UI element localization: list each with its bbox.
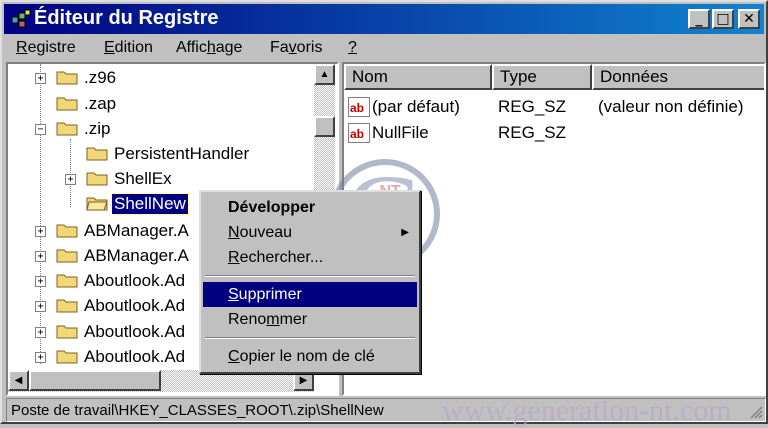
open-folder-icon <box>86 197 108 211</box>
menu-item-new[interactable]: Nouveau ▶ <box>203 220 417 245</box>
tree-item-label: Aboutlook.Ad <box>84 271 186 290</box>
tree-item-zip[interactable]: − .zip <box>8 117 314 142</box>
tree-item-label: ShellEx <box>114 169 172 188</box>
folder-icon <box>56 249 78 263</box>
menu-separator <box>205 275 415 277</box>
expand-icon[interactable]: + <box>35 327 46 338</box>
tree-item-z96[interactable]: + .z96 <box>8 66 314 91</box>
tree-item-label: PersistentHandler <box>114 144 250 163</box>
string-value-icon: ab <box>348 123 370 143</box>
string-value-icon: ab <box>348 97 370 117</box>
svg-text:ab: ab <box>350 101 364 115</box>
expand-icon[interactable]: + <box>35 226 46 237</box>
folder-icon <box>56 274 78 288</box>
menu-bar: Registre Edition Affichage Favoris ? <box>4 36 764 60</box>
submenu-arrow-icon: ▶ <box>401 227 409 238</box>
menu-edition[interactable]: Edition <box>104 39 153 57</box>
expand-icon[interactable]: + <box>35 251 46 262</box>
minimize-button[interactable]: _ <box>688 9 710 29</box>
tree-item-label: .zap <box>84 94 117 113</box>
tree-item-label: ABManager.A <box>84 221 189 240</box>
menu-registre[interactable]: Registre <box>16 39 76 57</box>
maximize-button[interactable]: □ <box>712 9 734 29</box>
menu-item-delete[interactable]: Supprimer <box>203 282 417 307</box>
scroll-left-arrow-icon[interactable]: ◀ <box>8 370 29 391</box>
collapse-icon[interactable]: − <box>35 124 46 135</box>
folder-icon <box>56 350 78 364</box>
folder-icon <box>56 97 78 111</box>
column-header-type[interactable]: Type <box>492 64 592 90</box>
expand-icon[interactable]: + <box>35 301 46 312</box>
context-menu: Développer Nouveau ▶ Rechercher... Suppri… <box>199 190 421 374</box>
tree-item-label: Aboutlook.Ad <box>84 296 186 315</box>
watermark-url: www.generation-nt.com <box>442 394 732 427</box>
expand-icon[interactable]: + <box>35 73 46 84</box>
value-row[interactable]: ab NullFile REG_SZ <box>344 120 764 146</box>
menu-item-copy-key-name[interactable]: Copier le nom de clé <box>203 344 417 369</box>
folder-icon <box>86 172 108 186</box>
menu-item-rename[interactable]: Renommer <box>203 307 417 332</box>
registry-editor-icon <box>11 9 31 28</box>
status-path: Poste de travail\HKEY_CLASSES_ROOT\.zip\… <box>11 402 384 419</box>
folder-icon <box>56 299 78 313</box>
folder-icon <box>56 71 78 85</box>
value-type: REG_SZ <box>498 123 567 142</box>
menu-help[interactable]: ? <box>348 39 357 57</box>
tree-item-persistenthandler[interactable]: PersistentHandler <box>8 142 314 167</box>
expand-icon[interactable]: + <box>35 276 46 287</box>
value-type: REG_SZ <box>498 97 567 116</box>
column-header-name[interactable]: Nom <box>344 64 492 90</box>
resize-grip-icon[interactable] <box>749 405 763 419</box>
expand-icon[interactable]: + <box>35 352 46 363</box>
folder-icon <box>56 224 78 238</box>
tree-item-label: Aboutlook.Ad <box>84 347 186 366</box>
menu-separator <box>205 337 415 339</box>
vertical-scroll-thumb[interactable] <box>314 116 335 137</box>
open-folder-icon <box>56 122 78 136</box>
title-bar[interactable]: Éditeur du Registre _ □ ✕ <box>4 4 764 34</box>
tree-item-label: Aboutlook.Ad <box>84 322 186 341</box>
folder-icon <box>86 147 108 161</box>
menu-affichage[interactable]: Affichage <box>176 39 242 57</box>
expand-icon[interactable]: + <box>65 174 76 185</box>
value-row[interactable]: ab (par défaut) REG_SZ (valeur non défin… <box>344 94 764 120</box>
menu-item-find[interactable]: Rechercher... <box>203 245 417 270</box>
column-header-data[interactable]: Données <box>592 64 764 90</box>
scroll-up-arrow-icon[interactable]: ▲ <box>314 64 335 85</box>
tree-item-label: .zip <box>84 119 111 138</box>
svg-text:ab: ab <box>350 127 364 141</box>
value-name: (par défaut) <box>372 97 460 116</box>
value-name: NullFile <box>372 123 429 142</box>
horizontal-scroll-thumb[interactable] <box>29 370 161 391</box>
tree-item-label-selected: ShellNew <box>111 193 189 215</box>
value-data: (valeur non définie) <box>598 97 744 116</box>
tree-item-zap[interactable]: .zap <box>8 92 314 117</box>
tree-item-label: .z96 <box>84 68 117 87</box>
window-title: Éditeur du Registre <box>34 7 219 29</box>
folder-icon <box>56 325 78 339</box>
close-button[interactable]: ✕ <box>738 9 760 29</box>
tree-item-shellex[interactable]: + ShellEx <box>8 167 314 192</box>
tree-item-label: ABManager.A <box>84 246 189 265</box>
menu-item-expand[interactable]: Développer <box>203 195 417 220</box>
menu-favoris[interactable]: Favoris <box>270 39 322 57</box>
registry-editor-window: Éditeur du Registre _ □ ✕ Registre Editi… <box>0 0 768 427</box>
